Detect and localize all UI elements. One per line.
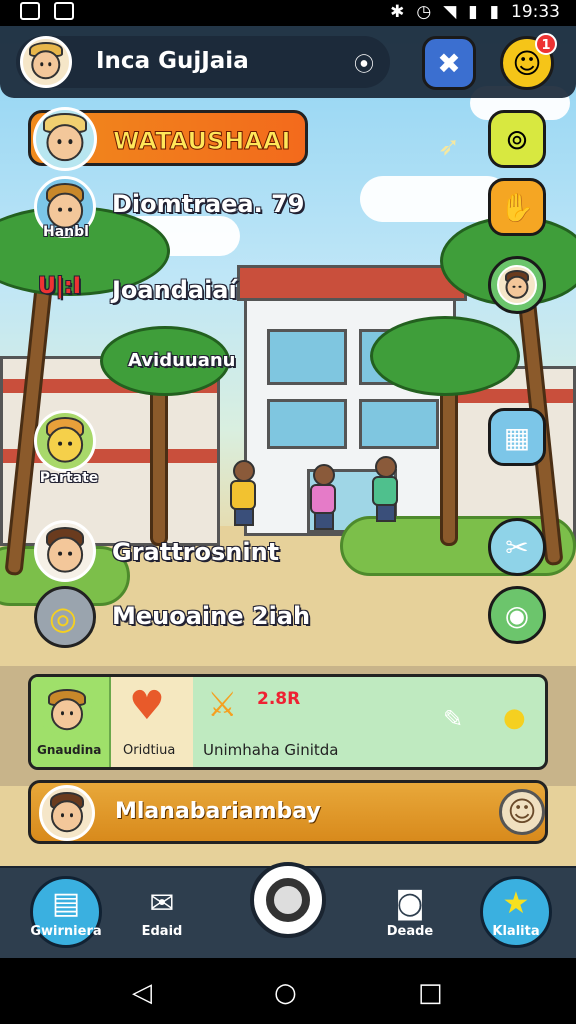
gallery-icon (20, 2, 40, 20)
nav-item-1[interactable]: ▤ Gwirniera (30, 876, 102, 948)
quest-item-label: Oridtiua (123, 743, 176, 758)
entry-avatar-4[interactable] (34, 410, 96, 472)
entry-label-3[interactable]: Aviduuanu (128, 350, 235, 371)
rocket-icon[interactable]: ➶ (438, 132, 460, 162)
map-pin-icon[interactable]: ⦿ (352, 48, 376, 76)
right-button-3[interactable] (488, 256, 546, 314)
wifi-icon: ◥ (443, 2, 457, 22)
nav-label-1: Gwirniera (30, 923, 102, 939)
character-icon (497, 265, 537, 305)
event-banner[interactable]: WATAUSHAAI (28, 107, 308, 171)
heart-icon: ♥ (129, 683, 165, 729)
system-nav-bar: ◁ ○ □ (0, 958, 576, 1024)
banner-title: WATAUSHAAI (112, 127, 291, 156)
message-text: Mlanabariambay (115, 799, 321, 824)
entry-avatar-5[interactable] (34, 520, 96, 582)
camera-button[interactable] (250, 862, 326, 938)
nav-label-4: Klalita (492, 923, 540, 939)
nav-label-2: Edaid (141, 923, 183, 939)
recents-icon[interactable]: □ (418, 978, 443, 1008)
coin-stack-icon: ◎ (49, 599, 77, 637)
message-bar[interactable]: Mlanabariambay ☺ (28, 780, 548, 844)
gear-icon (266, 878, 310, 922)
hand-icon: ✋ (499, 190, 535, 224)
top-header: Inca GujJaia ⦿ ✖ ☺ 1 (0, 26, 576, 98)
calculator-icon: ▦ (503, 420, 531, 454)
home-icon[interactable]: ○ (274, 978, 297, 1008)
right-button-5[interactable]: ✂ (488, 518, 546, 576)
surfboard-icon: ⚔ (207, 685, 238, 725)
battery-icon: ▮ (489, 2, 499, 22)
vr-headset-icon: ◙ (395, 885, 425, 921)
quest-char-avatar (39, 683, 95, 739)
player-profile[interactable]: Inca GujJaia (16, 36, 390, 88)
alarm-icon: ◷ (416, 2, 432, 22)
nav-item-3[interactable]: ◙ Deade (374, 876, 446, 948)
entry-prefix-2: U|:I (38, 274, 81, 299)
image-icon (54, 2, 74, 20)
right-button-6[interactable]: ◉ (488, 586, 546, 644)
quest-description: Unimhaha Ginitda (203, 741, 339, 759)
star-icon: ★ (502, 885, 530, 921)
quest-char-label: Gnaudina (37, 743, 102, 757)
notification-badge: 1 (535, 33, 557, 55)
document-icon: ▤ (51, 885, 81, 921)
map-button[interactable]: ✖ (422, 36, 476, 90)
signal-icon: ▮ (468, 2, 478, 22)
right-button-2[interactable]: ✋ (488, 178, 546, 236)
tools-icon: ✂ (505, 530, 529, 564)
nav-item-4[interactable]: ★ Klalita (480, 876, 552, 948)
pen-icon[interactable]: ✎ (443, 705, 463, 733)
bluetooth-icon: ✱ (390, 2, 405, 22)
player-avatar[interactable] (20, 36, 72, 88)
entry-label-1[interactable]: Diomtraea. 79 (112, 190, 305, 218)
map-icon: ✖ (437, 46, 461, 80)
entry-label-6[interactable]: Meuoaine 2iah (112, 602, 310, 630)
right-button-4[interactable]: ▦ (488, 408, 546, 466)
entry-icon-6[interactable]: ◎ (34, 586, 96, 648)
status-bar: ✱ ◷ ◥ ▮ ▮ 19:33 (0, 0, 576, 26)
clock: 19:33 (511, 2, 560, 22)
envelope-icon: ✉ (149, 885, 175, 921)
quest-score: 2.8R (257, 689, 301, 709)
right-button-1[interactable]: ⊚ (488, 110, 546, 168)
entry-caption-4: Partate (39, 470, 99, 486)
nav-label-3: Deade (386, 923, 434, 939)
back-icon[interactable]: ◁ (132, 978, 152, 1008)
emote-button[interactable]: ☺ 1 (500, 33, 557, 90)
entry-label-5[interactable]: Grattrosnint (112, 538, 279, 566)
entry-label-2[interactable]: Joandaiaí (112, 276, 237, 304)
player-name: Inca GujJaia (96, 48, 249, 74)
quest-panel[interactable]: Gnaudina ♥ Oridtiua ⚔ 2.8R Unimhaha Gini… (28, 674, 548, 770)
lollipop-icon: ⊚ (505, 122, 529, 156)
banner-avatar (33, 107, 97, 171)
game-screen: ✱ ◷ ◥ ▮ ▮ 19:33 Inca GujJaia ⦿ ✖ ☺ 1 WAT… (0, 0, 576, 1024)
face-icon[interactable]: ☺ (499, 789, 545, 835)
entry-caption-1: Hanbl (43, 224, 89, 240)
message-avatar (39, 785, 95, 841)
egg-icon: ◉ (504, 598, 530, 632)
nav-item-2[interactable]: ✉ Edaid (126, 876, 198, 948)
bee-icon[interactable]: ● (503, 703, 526, 733)
